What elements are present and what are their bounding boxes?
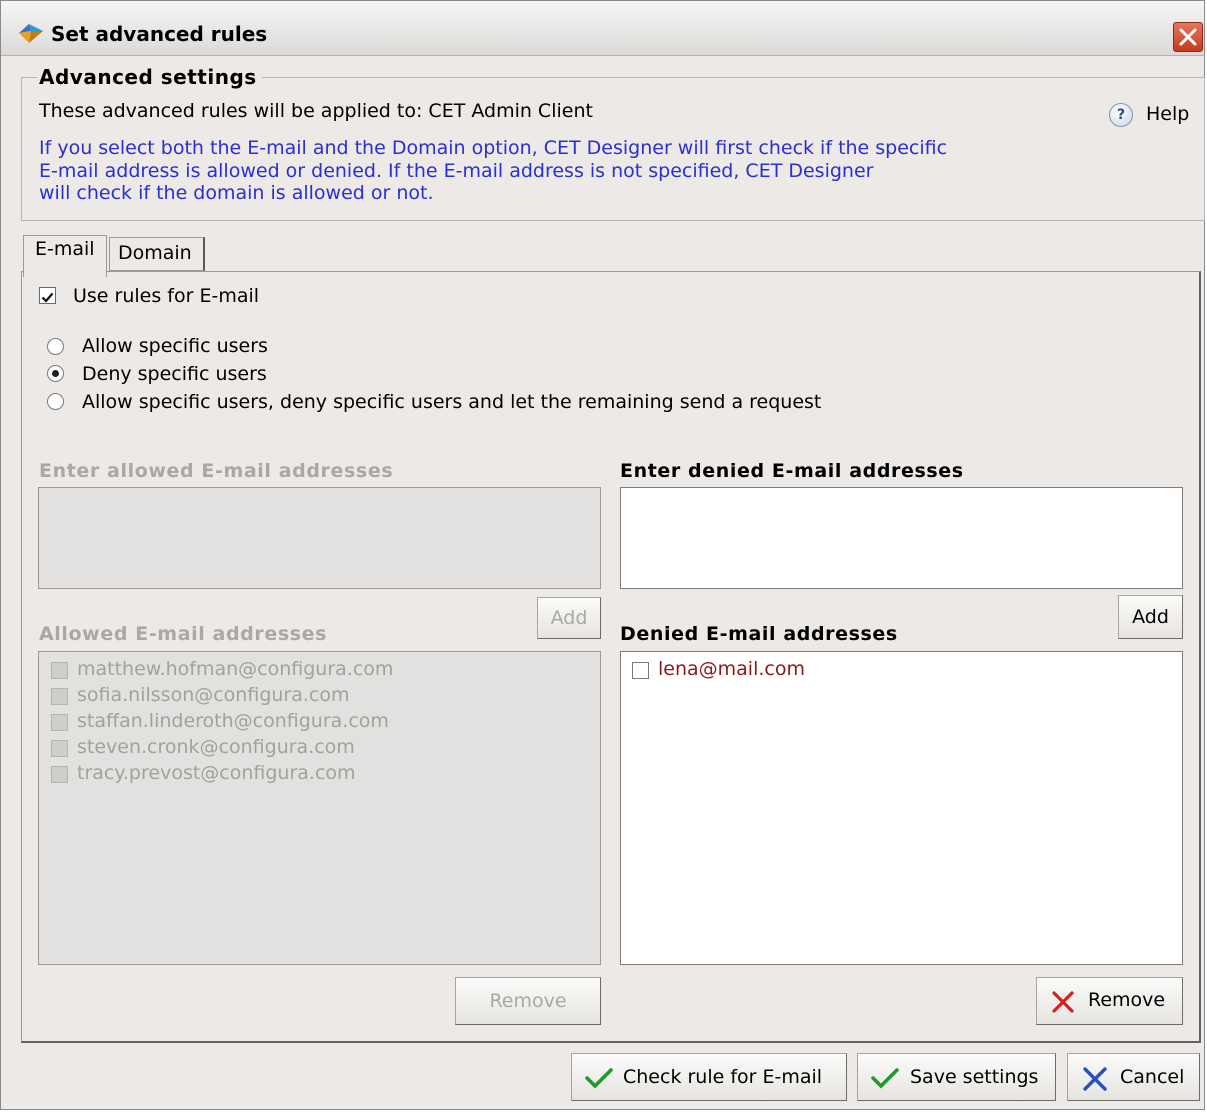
check-icon <box>585 1068 613 1089</box>
radio-allow-specific-label[interactable]: Allow specific users <box>82 335 268 357</box>
use-rules-checkbox[interactable] <box>39 287 56 304</box>
tab-email[interactable]: E-mail <box>23 235 107 277</box>
add-allowed-button[interactable]: Add <box>537 597 601 639</box>
info-text: If you select both the E-mail and the Do… <box>39 137 1019 205</box>
denied-email-list[interactable]: lena@mail.com <box>620 651 1183 965</box>
radio-allow-specific[interactable] <box>47 338 64 355</box>
dialog-window: Set advanced rules Advanced settings The… <box>0 0 1205 1110</box>
remove-allowed-button[interactable]: Remove <box>455 977 601 1025</box>
help-label: Help <box>1146 103 1190 125</box>
info-line: E-mail address is allowed or denied. If … <box>39 159 874 182</box>
item-email: tracy.prevost@configura.com <box>77 762 356 784</box>
denied-email-input[interactable] <box>620 487 1183 589</box>
remove-x-icon <box>1052 991 1074 1013</box>
remove-denied-label: Remove <box>1088 989 1166 1011</box>
enter-denied-header: Enter denied E-mail addresses <box>620 460 964 482</box>
help-icon: ? <box>1109 103 1133 127</box>
check-rule-button[interactable]: Check rule for E-mail <box>571 1053 847 1101</box>
use-rules-label: Use rules for E-mail <box>73 285 260 307</box>
advanced-settings-legend: Advanced settings <box>37 65 262 89</box>
app-logo-icon <box>19 24 43 43</box>
checkmark-icon <box>41 292 54 303</box>
radio-allow-deny-request-label[interactable]: Allow specific users, deny specific user… <box>82 391 821 413</box>
info-line: If you select both the E-mail and the Do… <box>39 137 948 159</box>
allowed-email-input[interactable] <box>38 487 601 589</box>
check-rule-label: Check rule for E-mail <box>623 1066 823 1088</box>
item-email: staffan.linderoth@configura.com <box>77 710 389 732</box>
save-settings-button[interactable]: Save settings <box>857 1053 1056 1101</box>
item-checkbox[interactable] <box>51 662 68 679</box>
info-line: will check if the domain is allowed or n… <box>39 182 434 204</box>
title-bar[interactable]: Set advanced rules <box>1 1 1204 56</box>
item-checkbox[interactable] <box>632 662 649 679</box>
window-title: Set advanced rules <box>51 22 268 46</box>
item-checkbox[interactable] <box>51 688 68 705</box>
save-settings-label: Save settings <box>910 1066 1039 1088</box>
close-icon <box>1179 28 1197 46</box>
cancel-x-icon <box>1083 1067 1107 1091</box>
tab-domain[interactable]: Domain <box>109 237 205 271</box>
check-icon <box>871 1068 899 1089</box>
allowed-email-list[interactable]: matthew.hofman@configura.com sofia.nilss… <box>38 651 601 965</box>
item-email: sofia.nilsson@configura.com <box>77 684 350 706</box>
applied-to-text: These advanced rules will be applied to:… <box>39 100 593 122</box>
item-checkbox[interactable] <box>51 740 68 757</box>
radio-deny-specific[interactable] <box>47 365 64 382</box>
item-email: steven.cronk@configura.com <box>77 736 355 758</box>
enter-allowed-header: Enter allowed E-mail addresses <box>39 460 394 482</box>
denied-list-header: Denied E-mail addresses <box>620 623 898 645</box>
add-denied-button[interactable]: Add <box>1118 595 1183 639</box>
radio-allow-deny-request[interactable] <box>47 393 64 410</box>
cancel-label: Cancel <box>1120 1066 1185 1088</box>
close-button[interactable] <box>1173 22 1203 52</box>
cancel-button[interactable]: Cancel <box>1067 1053 1200 1101</box>
radio-deny-specific-label[interactable]: Deny specific users <box>82 363 267 385</box>
item-email: lena@mail.com <box>658 658 805 680</box>
allowed-list-header: Allowed E-mail addresses <box>39 623 328 645</box>
item-checkbox[interactable] <box>51 766 68 783</box>
remove-denied-button[interactable]: Remove <box>1036 977 1183 1025</box>
item-checkbox[interactable] <box>51 714 68 731</box>
item-email: matthew.hofman@configura.com <box>77 658 394 680</box>
